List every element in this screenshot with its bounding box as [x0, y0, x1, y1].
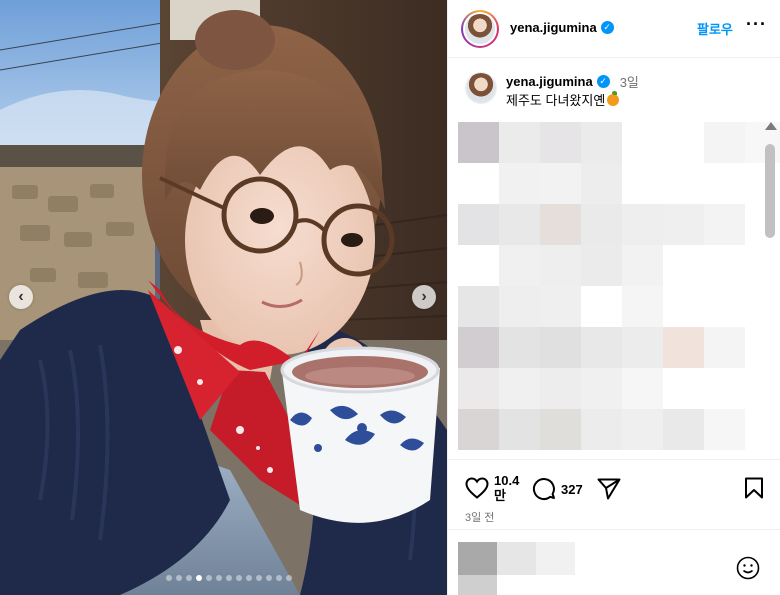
redacted-block — [536, 542, 575, 575]
redacted-block — [540, 409, 581, 450]
carousel-dot — [255, 575, 262, 581]
redacted-block — [704, 409, 745, 450]
redacted-block — [540, 245, 581, 286]
add-comment-area[interactable] — [448, 529, 780, 595]
avatar-image — [465, 14, 495, 44]
redacted-block — [622, 409, 663, 450]
carousel-dot — [185, 575, 192, 581]
carousel-dot — [265, 575, 272, 581]
comment-count: 327 — [561, 482, 583, 497]
follow-button[interactable]: 팔로우 — [697, 19, 733, 38]
paper-plane-icon[interactable] — [597, 478, 621, 505]
redacted-block — [581, 409, 622, 450]
post-photo[interactable]: ‹ › — [0, 0, 447, 595]
carousel-dot — [195, 575, 202, 581]
post-date[interactable]: 3일 전 — [465, 509, 494, 525]
carousel-dot — [245, 575, 252, 581]
redacted-block — [540, 368, 581, 409]
post-header: yena.jigumina ✓ 팔로우 ··· — [448, 0, 780, 58]
redacted-block — [622, 327, 663, 368]
redacted-block — [458, 409, 499, 450]
redacted-block — [704, 327, 745, 368]
redacted-block — [581, 327, 622, 368]
redacted-block — [704, 204, 745, 245]
smiley-icon[interactable] — [736, 556, 760, 585]
post-panel: yena.jigumina ✓ 팔로우 ··· yena.jigumina ✓ … — [447, 0, 780, 595]
redacted-block — [499, 409, 540, 450]
redacted-block — [458, 122, 499, 163]
redacted-block — [499, 122, 540, 163]
redacted-block — [540, 327, 581, 368]
redacted-comments — [458, 122, 780, 458]
scroll-up-arrow-icon[interactable] — [765, 122, 777, 130]
redacted-block — [663, 204, 704, 245]
verified-badge-icon: ✓ — [600, 21, 614, 34]
redacted-block — [458, 542, 497, 575]
caption-time[interactable]: 3일 — [620, 72, 639, 91]
redacted-block — [540, 163, 581, 204]
caption-header: yena.jigumina ✓ 3일 — [506, 72, 639, 91]
tangerine-icon — [607, 90, 620, 106]
redacted-block — [499, 327, 540, 368]
carousel-dot — [175, 575, 182, 581]
redacted-block — [581, 368, 622, 409]
redacted-block — [499, 245, 540, 286]
verified-badge-icon: ✓ — [596, 75, 610, 88]
redacted-block — [663, 409, 704, 450]
bookmark-icon[interactable] — [744, 477, 764, 504]
comments-scrollbar[interactable] — [763, 122, 777, 458]
carousel-dot — [275, 575, 282, 581]
carousel-dot — [235, 575, 242, 581]
heart-icon[interactable] — [465, 477, 489, 504]
redacted-block — [540, 286, 581, 327]
carousel-dot — [285, 575, 292, 581]
username-text: yena.jigumina — [510, 20, 597, 35]
redacted-block — [458, 327, 499, 368]
scrollbar-thumb[interactable] — [765, 144, 775, 238]
redacted-block — [458, 575, 497, 595]
redacted-block — [622, 245, 663, 286]
like-count[interactable]: 10.4만 — [494, 473, 524, 503]
redacted-block — [499, 368, 540, 409]
carousel-dot — [215, 575, 222, 581]
caption-section: yena.jigumina ✓ 3일 제주도 다녀왔지옌 — [448, 58, 780, 458]
more-options-button[interactable]: ··· — [746, 14, 767, 35]
carousel-dot — [205, 575, 212, 581]
redacted-block — [581, 163, 622, 204]
redacted-block — [704, 122, 745, 163]
carousel-dot — [165, 575, 172, 581]
caption-text: 제주도 다녀왔지옌 — [506, 90, 620, 109]
carousel-prev-button[interactable]: ‹ — [9, 285, 33, 309]
redacted-block — [540, 204, 581, 245]
redacted-block — [458, 204, 499, 245]
redacted-block — [622, 286, 663, 327]
carousel-next-button[interactable]: › — [412, 285, 436, 309]
speech-bubble-icon[interactable] — [532, 477, 556, 506]
carousel-dot — [225, 575, 232, 581]
redacted-block — [581, 245, 622, 286]
redacted-block — [581, 204, 622, 245]
redacted-block — [581, 122, 622, 163]
action-bar: 10.4만 327 3일 전 — [448, 459, 780, 529]
redacted-block — [663, 327, 704, 368]
caption-avatar[interactable] — [465, 72, 497, 104]
caption-body: 제주도 다녀왔지옌 — [506, 93, 606, 108]
redacted-block — [458, 286, 499, 327]
header-username[interactable]: yena.jigumina ✓ — [510, 20, 614, 35]
redacted-block — [622, 368, 663, 409]
redacted-block — [499, 163, 540, 204]
redacted-block — [497, 542, 536, 575]
carousel-indicator — [0, 575, 447, 581]
redacted-block — [622, 204, 663, 245]
redacted-block — [499, 286, 540, 327]
profile-avatar[interactable] — [461, 10, 499, 48]
redacted-block — [499, 204, 540, 245]
redacted-block — [458, 368, 499, 409]
photo-image — [0, 0, 447, 595]
redacted-block — [540, 122, 581, 163]
caption-username[interactable]: yena.jigumina — [506, 74, 593, 89]
